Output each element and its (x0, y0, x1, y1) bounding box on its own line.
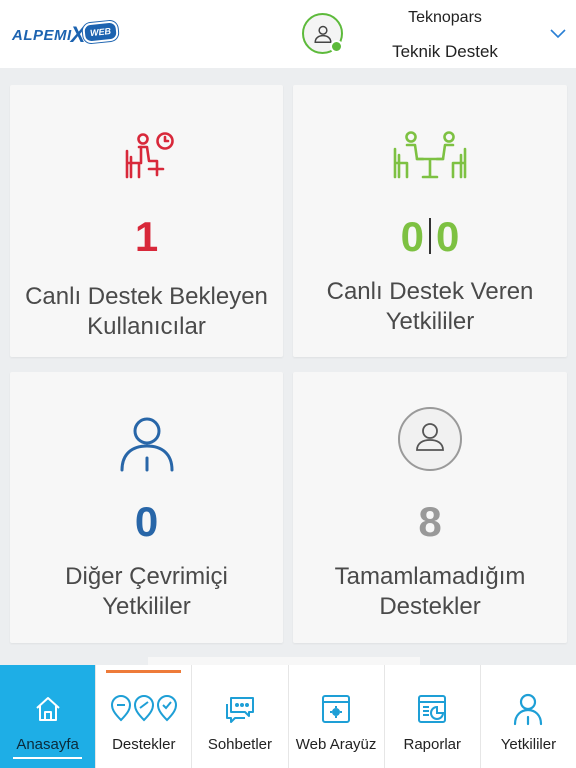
serving-count: 00 (293, 213, 567, 261)
waiting-label-line2: Kullanıcılar (87, 313, 206, 340)
tab-web-arayuz-label: Web Arayüz (295, 736, 377, 753)
unfinished-label-line1: Tamamlamadığım (334, 563, 526, 590)
waiting-count: 1 (134, 213, 159, 260)
report-chart-icon (418, 695, 447, 723)
tab-anasayfa[interactable]: Anasayfa (0, 665, 97, 768)
support-pins-icon (110, 695, 177, 722)
card-waiting-users[interactable]: 1 Canlı Destek Bekleyen Kullanıcılar (10, 85, 283, 357)
app-header: ALPEMI X WEB Teknopars Teknik Destek (0, 0, 576, 68)
avatar[interactable] (302, 13, 343, 54)
user-icon (514, 693, 543, 726)
tab-raporlar-label: Raporlar (403, 736, 462, 753)
unfinished-count: 8 (418, 498, 442, 545)
serving-label-line1: Canlı Destek Veren (326, 278, 534, 305)
bottom-nav: Anasayfa Destekler Sohbetler Web Arayüz … (0, 665, 576, 768)
online-status-dot (330, 40, 343, 53)
tab-sohbetler[interactable]: Sohbetler (192, 665, 289, 768)
person-circle-icon (398, 407, 462, 471)
unfinished-label-line2: Destekler (379, 593, 481, 620)
tab-yetkililer-label: Yetkililer (500, 736, 557, 753)
person-outline-icon (120, 417, 173, 472)
meeting-table-icon (393, 131, 467, 179)
user-avatar-icon (313, 25, 332, 43)
chat-bubbles-icon (225, 697, 254, 723)
other-agents-label-line1: Diğer Çevrimiçi (65, 563, 228, 590)
serving-count-a: 0 (400, 213, 424, 260)
logo-text: ALPEMI (12, 26, 72, 44)
alpemix-logo[interactable]: ALPEMI X WEB (12, 18, 120, 52)
count-separator (429, 218, 431, 254)
user-name: Teknik Destek (392, 42, 498, 61)
tab-yetkililer[interactable]: Yetkililer (481, 665, 576, 768)
scroll-hint (148, 657, 420, 665)
chevron-down-icon[interactable] (549, 26, 567, 40)
serving-count-b: 0 (436, 213, 460, 260)
tab-sohbetler-label: Sohbetler (207, 736, 273, 753)
tab-indicator-bar (106, 670, 182, 673)
home-icon (35, 697, 60, 721)
tab-destekler[interactable]: Destekler (96, 665, 193, 768)
active-tab-underline (13, 757, 83, 759)
tab-raporlar[interactable]: Raporlar (385, 665, 481, 768)
waiting-label-line1: Canlı Destek Bekleyen (25, 283, 268, 310)
tab-destekler-label: Destekler (112, 736, 176, 753)
tab-anasayfa-label: Anasayfa (16, 736, 79, 753)
other-agents-count: 0 (134, 498, 159, 545)
card-serving-agents[interactable]: 00 Canlı Destek Veren Yetkililer (293, 85, 567, 357)
card-unfinished-supports[interactable]: 8 Tamamlamadığım Destekler (293, 372, 567, 643)
logo-web-badge: WEB (82, 20, 120, 44)
browser-gear-icon (322, 695, 351, 723)
org-name: Teknopars (408, 9, 482, 26)
card-other-online-agents[interactable]: 0 Diğer Çevrimiçi Yetkililer (10, 372, 283, 643)
waiting-user-clock-icon (125, 132, 174, 179)
serving-label-line2: Yetkililer (385, 308, 475, 335)
other-agents-label-line2: Yetkililer (102, 593, 191, 620)
tab-web-arayuz[interactable]: Web Arayüz (289, 665, 385, 768)
